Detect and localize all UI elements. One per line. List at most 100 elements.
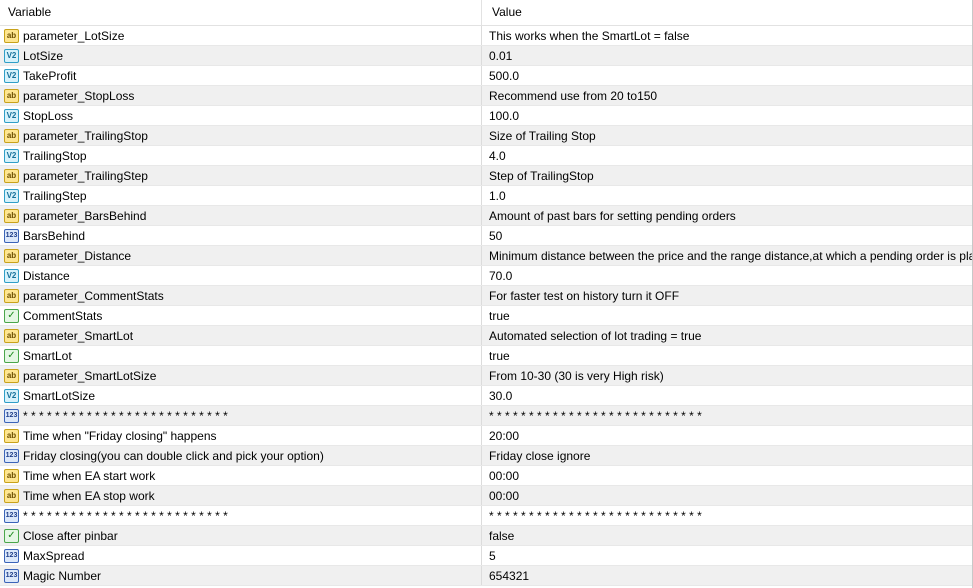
table-row[interactable]: ab parameter_StopLoss Recommend use from 2… <box>0 86 972 106</box>
value-cell[interactable]: 00:00 <box>482 486 972 505</box>
variable-cell[interactable]: V2 LotSize <box>0 46 482 65</box>
table-row[interactable]: ab parameter_SmartLotSize From 10-30 (30 i… <box>0 366 972 386</box>
value-cell[interactable]: 20:00 <box>482 426 972 445</box>
table-row[interactable]: ab parameter_BarsBehind Amount of past bar… <box>0 206 972 226</box>
variable-cell[interactable]: V2 StopLoss <box>0 106 482 125</box>
value-cell[interactable]: 00:00 <box>482 466 972 485</box>
value-cell[interactable]: For faster test on history turn it OFF <box>482 286 972 305</box>
value-cell[interactable]: Automated selection of lot trading = tru… <box>482 326 972 345</box>
table-row[interactable]: 123 BarsBehind 50 <box>0 226 972 246</box>
variable-cell[interactable]: ab parameter_Distance <box>0 246 482 265</box>
variable-cell[interactable]: 123 Magic Number <box>0 566 482 585</box>
value-cell[interactable]: Amount of past bars for setting pending … <box>482 206 972 225</box>
value-cell[interactable]: false <box>482 526 972 545</box>
table-row[interactable]: ab parameter_LotSize This works when the S… <box>0 26 972 46</box>
variable-cell[interactable]: 123 Friday closing(you can double click a… <box>0 446 482 465</box>
variable-name: Time when EA start work <box>23 468 156 483</box>
table-row[interactable]: V2 StopLoss 100.0 <box>0 106 972 126</box>
table-row[interactable]: V2 Distance 70.0 <box>0 266 972 286</box>
table-row[interactable]: V2 TakeProfit 500.0 <box>0 66 972 86</box>
value-cell[interactable]: From 10-30 (30 is very High risk) <box>482 366 972 385</box>
variable-name: CommentStats <box>23 308 103 323</box>
variable-name: SmartLot <box>23 348 72 363</box>
table-row[interactable]: ab parameter_Distance Minimum distance bet… <box>0 246 972 266</box>
table-row[interactable]: ab parameter_CommentStats For faster test … <box>0 286 972 306</box>
integer-type-icon: 123 <box>4 228 19 243</box>
variable-cell[interactable]: ab parameter_CommentStats <box>0 286 482 305</box>
table-row[interactable]: ab parameter_TrailingStop Size of Trailing… <box>0 126 972 146</box>
value-cell[interactable]: Step of TrailingStop <box>482 166 972 185</box>
table-row[interactable]: ab parameter_TrailingStep Step of Trailing… <box>0 166 972 186</box>
table-row[interactable]: V2 SmartLotSize 30.0 <box>0 386 972 406</box>
variable-cell[interactable]: V2 TakeProfit <box>0 66 482 85</box>
table-row[interactable]: ✓ SmartLot true <box>0 346 972 366</box>
value-cell[interactable]: Size of Trailing Stop <box>482 126 972 145</box>
table-row[interactable]: ab parameter_SmartLot Automated selection … <box>0 326 972 346</box>
variable-cell[interactable]: 123 * * * * * * * * * * * * * * * * * * *… <box>0 506 482 525</box>
variable-cell[interactable]: ab Time when "Friday closing" happens <box>0 426 482 445</box>
value-cell[interactable]: 500.0 <box>482 66 972 85</box>
value-cell[interactable]: Recommend use from 20 to150 <box>482 86 972 105</box>
column-header-value[interactable]: Value <box>482 0 972 25</box>
value-cell[interactable]: true <box>482 306 972 325</box>
variable-cell[interactable]: V2 Distance <box>0 266 482 285</box>
variable-cell[interactable]: ab parameter_TrailingStep <box>0 166 482 185</box>
value-cell[interactable]: 50 <box>482 226 972 245</box>
variable-cell[interactable]: ab parameter_SmartLot <box>0 326 482 345</box>
table-row[interactable]: V2 TrailingStop 4.0 <box>0 146 972 166</box>
table-row[interactable]: 123 Friday closing(you can double click a… <box>0 446 972 466</box>
value-cell[interactable]: 1.0 <box>482 186 972 205</box>
table-row[interactable]: 123 * * * * * * * * * * * * * * * * * * *… <box>0 506 972 526</box>
variable-name: parameter_SmartLotSize <box>23 368 157 383</box>
variable-cell[interactable]: ab parameter_SmartLotSize <box>0 366 482 385</box>
table-row[interactable]: 123 MaxSpread 5 <box>0 546 972 566</box>
variable-cell[interactable]: V2 TrailingStep <box>0 186 482 205</box>
value-cell[interactable]: 5 <box>482 546 972 565</box>
value-cell[interactable]: * * * * * * * * * * * * * * * * * * * * … <box>482 506 972 525</box>
value-cell[interactable]: 654321 <box>482 566 972 585</box>
table-row[interactable]: 123 * * * * * * * * * * * * * * * * * * *… <box>0 406 972 426</box>
string-type-icon: ab <box>4 88 19 103</box>
variable-cell[interactable]: ab Time when EA stop work <box>0 486 482 505</box>
table-row[interactable]: ✓ CommentStats true <box>0 306 972 326</box>
value-cell[interactable]: Friday close ignore <box>482 446 972 465</box>
variable-cell[interactable]: ab parameter_TrailingStop <box>0 126 482 145</box>
table-row[interactable]: V2 TrailingStep 1.0 <box>0 186 972 206</box>
value-cell[interactable]: 4.0 <box>482 146 972 165</box>
variable-name: parameter_TrailingStep <box>23 168 148 183</box>
value-cell[interactable]: * * * * * * * * * * * * * * * * * * * * … <box>482 406 972 425</box>
value-cell[interactable]: 70.0 <box>482 266 972 285</box>
variable-cell[interactable]: V2 TrailingStop <box>0 146 482 165</box>
table-row[interactable]: ab Time when EA stop work 00:00 <box>0 486 972 506</box>
table-row[interactable]: ✓ Close after pinbar false <box>0 526 972 546</box>
table-row[interactable]: 123 Magic Number 654321 <box>0 566 972 586</box>
variable-name: * * * * * * * * * * * * * * * * * * * * … <box>23 508 228 523</box>
double-type-icon: V2 <box>4 68 19 83</box>
value-cell[interactable]: 0.01 <box>482 46 972 65</box>
variable-cell[interactable]: V2 SmartLotSize <box>0 386 482 405</box>
table-row[interactable]: ab Time when EA start work 00:00 <box>0 466 972 486</box>
variable-cell[interactable]: ab parameter_StopLoss <box>0 86 482 105</box>
variable-cell[interactable]: 123 * * * * * * * * * * * * * * * * * * *… <box>0 406 482 425</box>
table-row[interactable]: V2 LotSize 0.01 <box>0 46 972 66</box>
value-cell[interactable]: true <box>482 346 972 365</box>
variable-cell[interactable]: 123 MaxSpread <box>0 546 482 565</box>
variable-cell[interactable]: ab parameter_BarsBehind <box>0 206 482 225</box>
value-cell[interactable]: 30.0 <box>482 386 972 405</box>
value-cell[interactable]: This works when the SmartLot = false <box>482 26 972 45</box>
variable-cell[interactable]: ab Time when EA start work <box>0 466 482 485</box>
value-cell[interactable]: 100.0 <box>482 106 972 125</box>
variable-cell[interactable]: ab parameter_LotSize <box>0 26 482 45</box>
variable-name: parameter_BarsBehind <box>23 208 147 223</box>
column-header-variable[interactable]: Variable <box>0 0 482 25</box>
variable-cell[interactable]: ✓ Close after pinbar <box>0 526 482 545</box>
integer-type-icon: 123 <box>4 548 19 563</box>
table-row[interactable]: ab Time when "Friday closing" happens 20:0… <box>0 426 972 446</box>
variable-name: Time when "Friday closing" happens <box>23 428 217 443</box>
value-cell[interactable]: Minimum distance between the price and t… <box>482 246 972 265</box>
variable-cell[interactable]: ✓ CommentStats <box>0 306 482 325</box>
variable-cell[interactable]: ✓ SmartLot <box>0 346 482 365</box>
variable-cell[interactable]: 123 BarsBehind <box>0 226 482 245</box>
integer-type-icon: 123 <box>4 568 19 583</box>
variable-name: MaxSpread <box>23 548 85 563</box>
